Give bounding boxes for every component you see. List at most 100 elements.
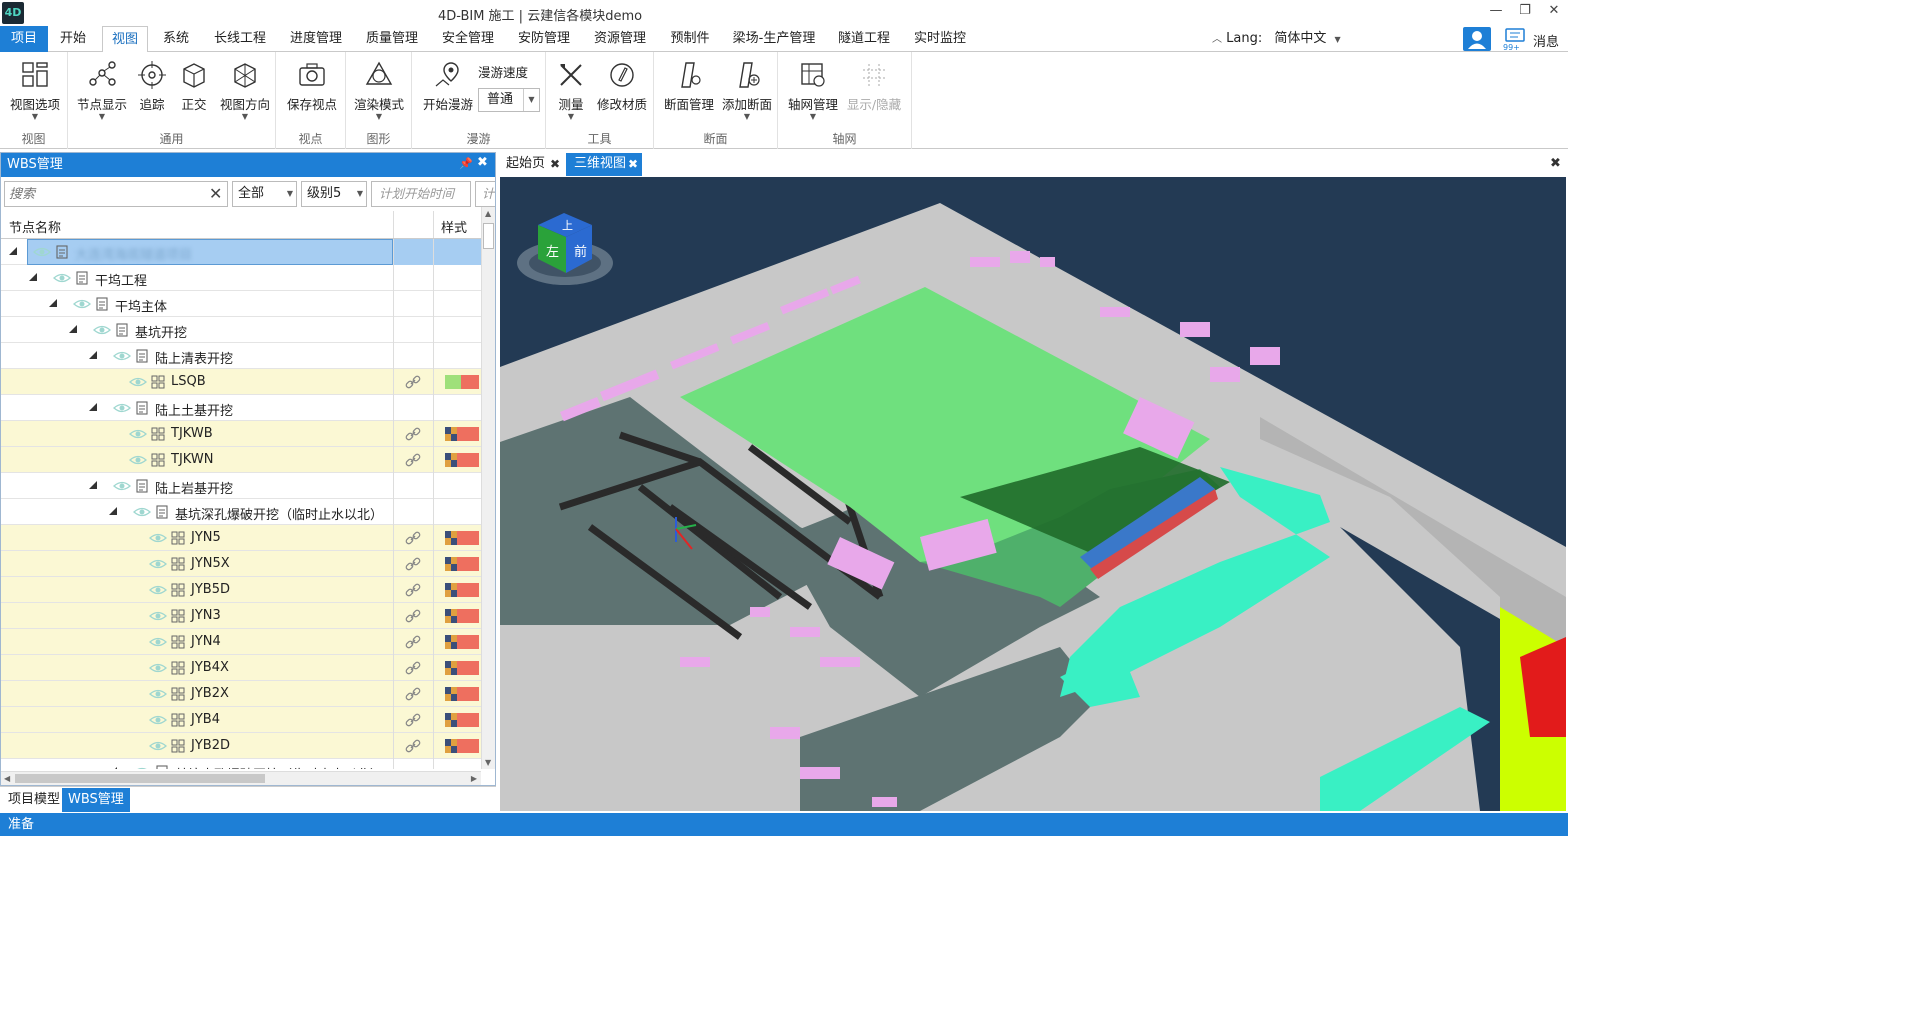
eye-icon[interactable]: [113, 479, 131, 493]
table-row[interactable]: 陆上岩基开挖: [1, 473, 481, 499]
style-swatch[interactable]: [445, 583, 479, 597]
column-divider[interactable]: [433, 211, 434, 238]
eye-icon[interactable]: [129, 453, 147, 467]
link-icon[interactable]: [405, 427, 421, 441]
style-swatch[interactable]: [445, 739, 479, 753]
measure-button[interactable]: 测量 ▼: [554, 60, 588, 121]
eye-icon[interactable]: [129, 375, 147, 389]
close-button[interactable]: ✕: [1540, 2, 1568, 22]
table-row[interactable]: JYN5: [1, 525, 481, 551]
style-swatch[interactable]: [445, 557, 479, 571]
style-swatch[interactable]: [445, 531, 479, 545]
eye-icon[interactable]: [149, 609, 167, 623]
menu-security[interactable]: 安防管理: [512, 26, 576, 52]
expand-arrow-icon[interactable]: [109, 507, 117, 515]
filter-level-select[interactable]: 级别5 ▼: [301, 181, 367, 207]
table-row[interactable]: 陆上土基开挖: [1, 395, 481, 421]
eye-icon[interactable]: [33, 245, 51, 259]
expand-arrow-icon[interactable]: [109, 767, 117, 769]
style-swatch[interactable]: [445, 687, 479, 701]
expand-arrow-icon[interactable]: [89, 403, 97, 411]
eye-icon[interactable]: [73, 297, 91, 311]
panel-close-button[interactable]: ✖: [477, 155, 488, 170]
link-icon[interactable]: [405, 531, 421, 545]
eye-icon[interactable]: [53, 271, 71, 285]
scroll-up-icon[interactable]: ▲: [485, 209, 491, 218]
link-icon[interactable]: [405, 635, 421, 649]
eye-icon[interactable]: [133, 765, 151, 769]
expand-arrow-icon[interactable]: [29, 273, 37, 281]
tab-wbs-manage[interactable]: WBS管理: [62, 788, 130, 812]
view-direction-button[interactable]: 视图方向 ▼: [218, 60, 272, 121]
pin-icon[interactable]: 📌: [459, 157, 473, 170]
eye-icon[interactable]: [149, 557, 167, 571]
link-icon[interactable]: [405, 661, 421, 675]
render-mode-button[interactable]: 渲染模式 ▼: [353, 60, 405, 121]
section-manage-button[interactable]: 断面管理: [662, 60, 716, 113]
axis-manage-button[interactable]: 轴网管理 ▼: [786, 60, 840, 121]
message-label[interactable]: 消息: [1533, 31, 1559, 50]
scroll-left-icon[interactable]: ◀: [4, 774, 10, 783]
link-icon[interactable]: [405, 375, 421, 389]
menu-resource[interactable]: 资源管理: [588, 26, 652, 52]
expand-arrow-icon[interactable]: [49, 299, 57, 307]
add-section-button[interactable]: 添加断面 ▼: [720, 60, 774, 121]
table-row[interactable]: JYN5X: [1, 551, 481, 577]
table-row[interactable]: 基坑开挖: [1, 317, 481, 343]
table-row[interactable]: TJKWB: [1, 421, 481, 447]
style-swatch[interactable]: [445, 635, 479, 649]
language-selector[interactable]: ︿ Lang: 简体中文 ▼: [1212, 26, 1341, 52]
menu-system[interactable]: 系统: [156, 26, 196, 52]
eye-icon[interactable]: [93, 323, 111, 337]
plan-start-date-field[interactable]: 计划开始时间: [371, 181, 471, 207]
close-document-button[interactable]: ✖: [1550, 156, 1561, 171]
menu-schedule[interactable]: 进度管理: [284, 26, 348, 52]
restore-button[interactable]: ❐: [1511, 2, 1539, 22]
style-swatch[interactable]: [445, 713, 479, 727]
eye-icon[interactable]: [149, 661, 167, 675]
link-icon[interactable]: [405, 687, 421, 701]
column-divider[interactable]: [393, 211, 394, 238]
expand-arrow-icon[interactable]: [89, 351, 97, 359]
eye-icon[interactable]: [149, 687, 167, 701]
scroll-right-icon[interactable]: ▶: [471, 774, 477, 783]
table-row[interactable]: 基坑水孔爆破开挖（临时止水以北）: [1, 759, 481, 769]
style-swatch[interactable]: [445, 609, 479, 623]
table-row[interactable]: 干坞主体: [1, 291, 481, 317]
menu-view[interactable]: 视图: [102, 26, 148, 53]
close-tab-icon[interactable]: ✖: [628, 153, 638, 175]
ortho-button[interactable]: 正交: [176, 60, 212, 113]
save-viewpoint-button[interactable]: 保存视点: [286, 60, 338, 113]
link-icon[interactable]: [405, 557, 421, 571]
view-options-button[interactable]: 视图选项 ▼: [8, 60, 62, 121]
link-icon[interactable]: [405, 609, 421, 623]
menu-monitor[interactable]: 实时监控: [908, 26, 972, 52]
table-row[interactable]: LSQB: [1, 369, 481, 395]
minimize-button[interactable]: —: [1482, 2, 1510, 22]
style-swatch[interactable]: [445, 375, 479, 389]
column-style[interactable]: 样式: [441, 217, 467, 236]
expand-arrow-icon[interactable]: [89, 481, 97, 489]
node-display-button[interactable]: 节点显示 ▼: [76, 60, 128, 121]
scroll-thumb[interactable]: [15, 774, 265, 783]
filter-all-select[interactable]: 全部 ▼: [232, 181, 297, 207]
menu-prefab[interactable]: 预制件: [664, 26, 716, 52]
eye-icon[interactable]: [113, 401, 131, 415]
eye-icon[interactable]: [149, 635, 167, 649]
eye-icon[interactable]: [149, 739, 167, 753]
table-row[interactable]: 大连湾海底隧道项目: [1, 239, 481, 265]
menu-quality[interactable]: 质量管理: [360, 26, 424, 52]
menu-beam-yard[interactable]: 梁场-生产管理: [728, 26, 820, 52]
menu-project[interactable]: 项目: [0, 26, 48, 52]
user-avatar[interactable]: [1463, 27, 1491, 51]
table-row[interactable]: JYB4X: [1, 655, 481, 681]
tab-start-page[interactable]: 起始页 ✖: [498, 153, 564, 176]
table-row[interactable]: 陆上清表开挖: [1, 343, 481, 369]
expand-arrow-icon[interactable]: [69, 325, 77, 333]
link-icon[interactable]: [405, 739, 421, 753]
table-row[interactable]: 干坞工程: [1, 265, 481, 291]
table-row[interactable]: JYN3: [1, 603, 481, 629]
horizontal-scrollbar[interactable]: ◀ ▶: [1, 771, 481, 785]
tab-project-model[interactable]: 项目模型: [2, 788, 66, 812]
start-roam-button[interactable]: 开始漫游: [422, 60, 474, 113]
